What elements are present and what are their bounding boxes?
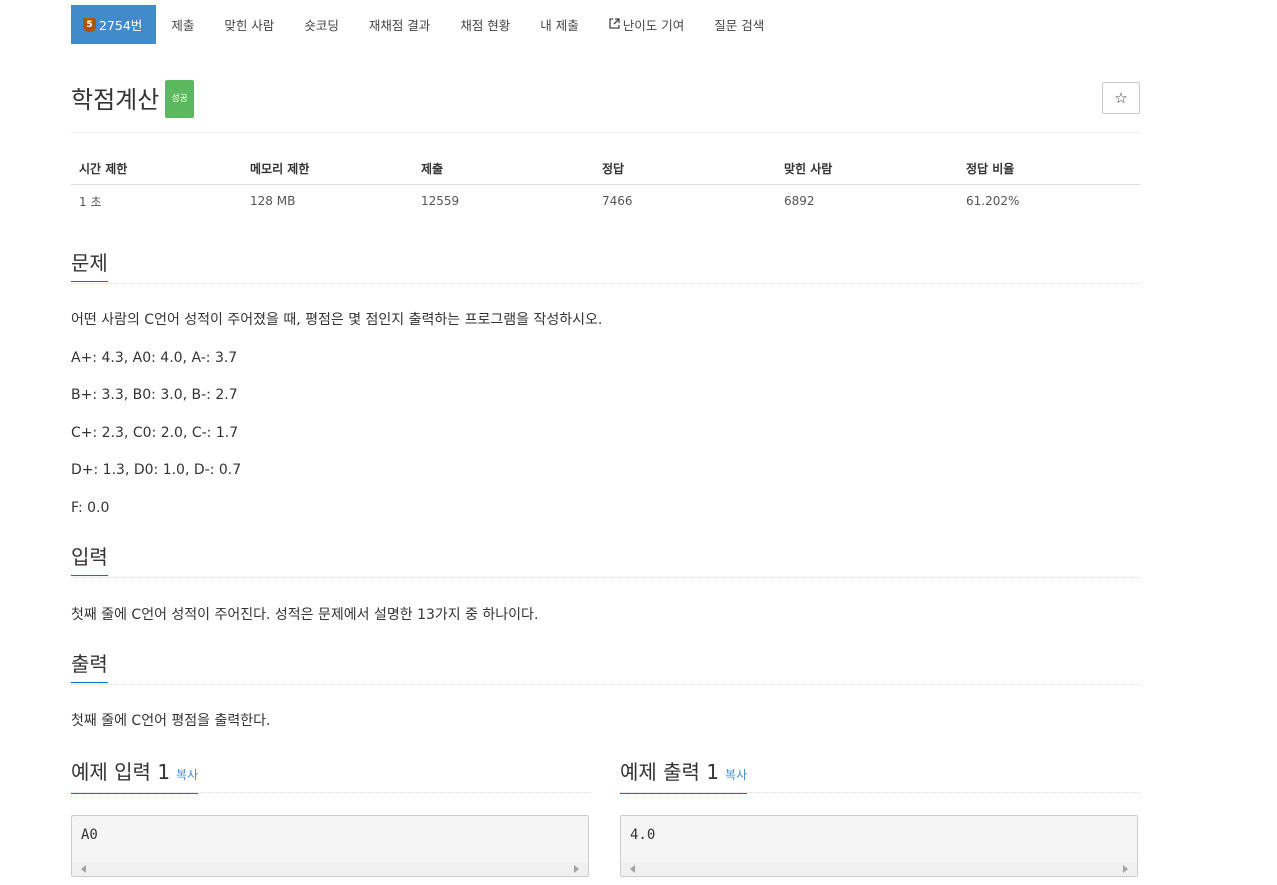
table-header-row: 시간 제한 메모리 제한 제출 정답 맞힌 사람 정답 비율 — [71, 152, 1140, 185]
sample-output-title-text: 예제 출력 1 — [620, 760, 720, 784]
horizontal-scrollbar[interactable] — [621, 862, 1137, 876]
output-text: 첫째 줄에 C언어 평점을 출력한다. — [71, 713, 271, 729]
nav-difficulty-label: 난이도 기여 — [622, 18, 685, 33]
value-accepted: 7466 — [602, 194, 633, 208]
problem-info-table: 시간 제한 메모리 제한 제출 정답 맞힌 사람 정답 비율 1 초 128 M… — [71, 152, 1140, 217]
sample-output-value: 4.0 — [630, 827, 656, 843]
bronze-tier-icon: 5 — [83, 17, 96, 32]
grade-line-d: D+: 1.3, D0: 1.0, D-: 0.7 — [71, 462, 242, 478]
description-title: 문제 — [71, 249, 108, 282]
description-header: 문제 — [71, 249, 1140, 284]
page-title: 학점계산 성공 — [71, 80, 194, 120]
status-badge: 성공 — [165, 80, 194, 118]
scroll-right-icon[interactable] — [1123, 865, 1128, 873]
nav-solvers[interactable]: 맞힌 사람 — [209, 5, 289, 44]
nav-rejudge[interactable]: 재채점 결과 — [354, 5, 445, 44]
sample-input-title-text: 예제 입력 1 — [71, 760, 171, 784]
sample-output-box: 4.0 — [620, 815, 1138, 877]
nav-problem-number[interactable]: 5 2754번 — [71, 5, 157, 44]
sample-input-value: A0 — [81, 827, 98, 843]
header-accepted: 정답 — [594, 152, 776, 185]
star-icon: ☆ — [1114, 89, 1128, 107]
sample-output-title: 예제 출력 1 복사 — [620, 758, 748, 794]
sample-input-box: A0 — [71, 815, 589, 877]
grade-line-f: F: 0.0 — [71, 500, 110, 516]
table-row: 1 초 128 MB 12559 7466 6892 61.202% — [71, 185, 1140, 218]
nav-status[interactable]: 채점 현황 — [445, 5, 525, 44]
title-divider — [71, 132, 1140, 133]
value-solvers: 6892 — [784, 194, 815, 208]
header-memory-limit: 메모리 제한 — [242, 152, 413, 185]
copy-output-button[interactable]: 복사 — [725, 768, 747, 782]
favorite-star-button[interactable]: ☆ — [1102, 82, 1140, 114]
description-text: 어떤 사람의 C언어 성적이 주어졌을 때, 평점은 몇 점인지 출력하는 프로… — [71, 312, 603, 328]
header-submissions: 제출 — [413, 152, 594, 185]
nav-submit[interactable]: 제출 — [156, 5, 209, 44]
nav-my-submissions[interactable]: 내 제출 — [525, 5, 593, 44]
sample-input-title: 예제 입력 1 복사 — [71, 758, 199, 794]
nav-qna-search[interactable]: 질문 검색 — [699, 5, 779, 44]
output-title: 출력 — [71, 650, 108, 683]
problem-menu: 5 2754번 제출 맞힌 사람 숏코딩 재채점 결과 채점 현황 내 제출 난… — [71, 5, 779, 44]
external-link-icon — [609, 17, 620, 32]
nav-problem-number-label: 2754번 — [99, 18, 143, 33]
input-text: 첫째 줄에 C언어 성적이 주어진다. 성적은 문제에서 설명한 13가지 중 … — [71, 607, 539, 623]
scroll-left-icon[interactable] — [630, 865, 635, 873]
input-title: 입력 — [71, 543, 108, 576]
scroll-right-icon[interactable] — [574, 865, 579, 873]
copy-input-button[interactable]: 복사 — [176, 768, 198, 782]
output-header: 출력 — [71, 650, 1140, 685]
nav-difficulty[interactable]: 난이도 기여 — [594, 5, 699, 44]
value-memory-limit: 128 MB — [250, 194, 296, 208]
value-time-limit: 1 초 — [79, 194, 102, 209]
value-submissions: 12559 — [421, 194, 460, 208]
problem-title: 학점계산 — [71, 86, 160, 114]
nav-shortcoding[interactable]: 숏코딩 — [289, 5, 354, 44]
grade-line-a: A+: 4.3, A0: 4.0, A-: 3.7 — [71, 350, 238, 366]
horizontal-scrollbar[interactable] — [72, 862, 588, 876]
scroll-left-icon[interactable] — [81, 865, 86, 873]
header-time-limit: 시간 제한 — [71, 152, 242, 185]
header-ratio: 정답 비율 — [958, 152, 1140, 185]
value-ratio: 61.202% — [966, 194, 1020, 208]
sample-output-header: 예제 출력 1 복사 — [620, 758, 1140, 794]
header-solvers: 맞힌 사람 — [776, 152, 958, 185]
input-header: 입력 — [71, 543, 1140, 578]
sample-input-header: 예제 입력 1 복사 — [71, 758, 591, 794]
grade-line-c: C+: 2.3, C0: 2.0, C-: 1.7 — [71, 425, 239, 441]
grade-line-b: B+: 3.3, B0: 3.0, B-: 2.7 — [71, 387, 238, 403]
